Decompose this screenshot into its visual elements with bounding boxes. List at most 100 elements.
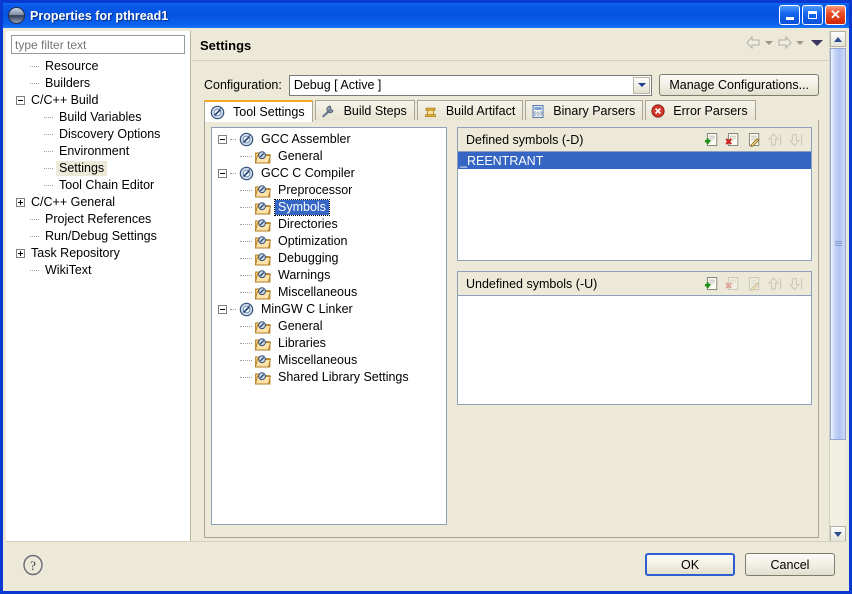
window-controls: ✕ xyxy=(779,5,846,25)
tab-label: Binary Parsers xyxy=(553,104,636,118)
tool-tree-item-warnings[interactable]: Warnings xyxy=(212,267,446,284)
edit-icon[interactable] xyxy=(747,131,765,148)
tool-tree-item-debugging[interactable]: Debugging xyxy=(212,250,446,267)
tool-tree-label: Warnings xyxy=(278,268,331,282)
tool-tree-item-symbols[interactable]: Symbols xyxy=(212,199,446,216)
folder-tool-icon xyxy=(255,286,275,300)
folder-tool-icon xyxy=(255,201,275,215)
sidebar-item-c-c-general[interactable]: C/C++ General xyxy=(6,194,190,211)
compass-icon xyxy=(239,302,258,317)
tool-tree-item-mingw-c-linker[interactable]: MinGW C Linker xyxy=(212,301,446,318)
compass-icon xyxy=(239,132,258,147)
tool-tree-item-miscellaneous[interactable]: Miscellaneous xyxy=(212,352,446,369)
add-icon[interactable] xyxy=(705,131,723,148)
configuration-row: Configuration: Debug [ Active ] Manage C… xyxy=(204,74,819,96)
sidebar-item-project-references[interactable]: Project References xyxy=(6,211,190,228)
tool-tree-item-optimization[interactable]: Optimization xyxy=(212,233,446,250)
view-menu-icon[interactable] xyxy=(811,39,823,46)
expand-plus-icon[interactable] xyxy=(16,249,25,258)
tool-tree-item-shared-library-settings[interactable]: Shared Library Settings xyxy=(212,369,446,386)
scroll-up-button[interactable] xyxy=(830,31,846,47)
tab-build-artifact[interactable]: Build Artifact xyxy=(416,100,524,121)
back-menu-chevron-down-icon[interactable] xyxy=(765,40,773,45)
maximize-button[interactable] xyxy=(802,5,823,25)
dialog-content: Resource Builders C/C++ Build Build Variabl… xyxy=(6,31,846,542)
chevron-down-icon[interactable] xyxy=(633,76,651,94)
collapse-minus-icon[interactable] xyxy=(218,135,227,144)
tree-connector-icon xyxy=(240,342,252,345)
sidebar-item-tool-chain-editor[interactable]: Tool Chain Editor xyxy=(6,177,190,194)
tree-connector-icon xyxy=(240,376,252,379)
artifact-icon xyxy=(423,104,442,119)
tool-tree-item-general[interactable]: General xyxy=(212,148,446,165)
tool-tree-item-gcc-c-compiler[interactable]: GCC C Compiler xyxy=(212,165,446,182)
sidebar-item-discovery-options[interactable]: Discovery Options xyxy=(6,126,190,143)
tab-error-parsers[interactable]: Error Parsers xyxy=(645,100,756,121)
svg-text:010: 010 xyxy=(534,111,543,117)
tool-tree-item-directories[interactable]: Directories xyxy=(212,216,446,233)
move-down-icon xyxy=(788,131,807,148)
collapse-minus-icon[interactable] xyxy=(218,305,227,314)
sidebar-item-label: Build Variables xyxy=(59,110,142,124)
tool-tree-item-general[interactable]: General xyxy=(212,318,446,335)
tool-tree-item-gcc-assembler[interactable]: GCC Assembler xyxy=(212,131,446,148)
list-item[interactable]: _REENTRANT xyxy=(458,152,811,169)
folder-tool-icon xyxy=(255,354,275,368)
sidebar-item-build-variables[interactable]: Build Variables xyxy=(6,109,190,126)
eclipse-sphere-icon xyxy=(8,7,25,24)
collapse-minus-icon[interactable] xyxy=(218,169,227,178)
tab-build-steps[interactable]: Build Steps xyxy=(314,100,415,121)
search-input[interactable] xyxy=(15,37,181,52)
vertical-scrollbar[interactable] xyxy=(829,31,846,542)
minimize-button[interactable] xyxy=(779,5,800,25)
tab-label: Build Artifact xyxy=(445,104,516,118)
filter-box[interactable] xyxy=(11,35,185,54)
defined-symbols-toolbar xyxy=(705,131,807,148)
help-question-icon[interactable]: ? xyxy=(22,554,44,579)
forward-arrow-icon[interactable] xyxy=(776,35,793,50)
tree-connector-icon xyxy=(240,189,252,192)
expand-plus-icon[interactable] xyxy=(16,198,25,207)
defined-symbols-list[interactable]: _REENTRANT xyxy=(457,151,812,261)
sidebar-item-environment[interactable]: Environment xyxy=(6,143,190,160)
sidebar-item-wikitext[interactable]: WikiText xyxy=(6,262,190,279)
add-icon[interactable] xyxy=(705,275,723,292)
scroll-up-icon xyxy=(834,36,842,42)
scrollbar-thumb[interactable] xyxy=(830,48,846,440)
cancel-button[interactable]: Cancel xyxy=(745,553,835,576)
configuration-select[interactable]: Debug [ Active ] xyxy=(288,74,653,96)
tree-connector-icon xyxy=(30,269,39,272)
tool-category-tree: GCC Assembler General GCC C Compiler Prepro… xyxy=(211,127,447,525)
ok-button[interactable]: OK xyxy=(645,553,735,576)
delete-icon[interactable] xyxy=(725,131,744,148)
scroll-down-icon xyxy=(834,531,842,537)
sidebar-item-settings[interactable]: Settings xyxy=(6,160,190,177)
close-button[interactable]: ✕ xyxy=(825,5,846,25)
sidebar-item-run-debug-settings[interactable]: Run/Debug Settings xyxy=(6,228,190,245)
tool-tree-item-libraries[interactable]: Libraries xyxy=(212,335,446,352)
sidebar-item-builders[interactable]: Builders xyxy=(6,75,190,92)
forward-menu-chevron-down-icon[interactable] xyxy=(796,40,804,45)
sidebar-item-task-repository[interactable]: Task Repository xyxy=(6,245,190,262)
tab-tool-settings[interactable]: Tool Settings xyxy=(204,100,313,122)
tree-connector-icon xyxy=(44,167,53,170)
sidebar-item-label: Run/Debug Settings xyxy=(45,229,157,243)
tree-connector-icon xyxy=(30,235,39,238)
undefined-symbols-list[interactable] xyxy=(457,295,812,405)
move-up-icon xyxy=(767,131,786,148)
scroll-down-button[interactable] xyxy=(830,526,846,542)
tree-connector-icon xyxy=(230,138,236,141)
tool-tree-label: GCC Assembler xyxy=(261,132,351,146)
manage-configurations-button[interactable]: Manage Configurations... xyxy=(659,74,819,96)
sidebar-item-c-c-build[interactable]: C/C++ Build xyxy=(6,92,190,109)
collapse-minus-icon[interactable] xyxy=(16,96,25,105)
back-arrow-icon[interactable] xyxy=(745,35,762,50)
dialog-body: Resource Builders C/C++ Build Build Variabl… xyxy=(6,31,846,588)
tab-binary-parsers[interactable]: 010 Binary Parsers xyxy=(525,100,644,121)
tool-tree-item-preprocessor[interactable]: Preprocessor xyxy=(212,182,446,199)
sidebar-item-label: C/C++ General xyxy=(31,195,116,209)
pane-nav xyxy=(745,35,823,50)
tool-tree-item-miscellaneous[interactable]: Miscellaneous xyxy=(212,284,446,301)
sidebar-item-resource[interactable]: Resource xyxy=(6,58,190,75)
sidebar-item-label: WikiText xyxy=(45,263,92,277)
